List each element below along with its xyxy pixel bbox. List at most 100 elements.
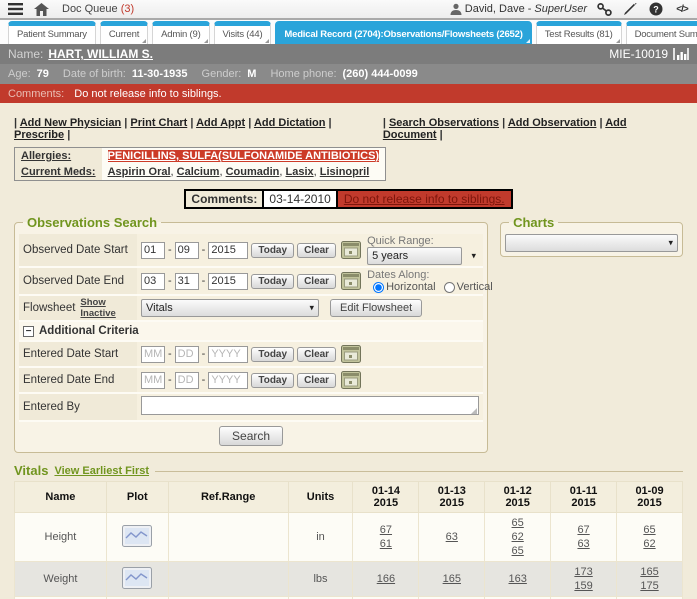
- col-header-plot: Plot: [106, 482, 168, 513]
- col-header-name: Name: [15, 482, 107, 513]
- tab-patient-summary[interactable]: Patient Summary: [8, 21, 96, 44]
- obs-value-link[interactable]: 65: [487, 544, 548, 558]
- obs-value-link[interactable]: 165: [619, 565, 680, 579]
- user-icon: [450, 3, 462, 15]
- obs-value-link[interactable]: 163: [487, 572, 548, 586]
- today-button[interactable]: Today: [251, 243, 294, 258]
- clear-button[interactable]: Clear: [297, 347, 336, 362]
- med-link[interactable]: Calcium: [177, 166, 220, 178]
- entered-end-month-input[interactable]: [141, 372, 165, 389]
- obs-value-link[interactable]: 165: [421, 572, 482, 586]
- allergies-value-link[interactable]: PENICILLINS, SULFA(SULFONAMIDE ANTIBIOTI…: [108, 150, 380, 162]
- svg-text:?: ?: [653, 4, 659, 14]
- obs-value-link[interactable]: 173: [553, 565, 614, 579]
- charts-select[interactable]: [505, 234, 678, 252]
- quick-link[interactable]: Print Chart: [130, 117, 187, 129]
- tab-visits[interactable]: Visits (44): [214, 21, 272, 44]
- entered-start-month-input[interactable]: [141, 346, 165, 363]
- flowsheet-select[interactable]: Vitals: [141, 299, 319, 317]
- tab-test-results[interactable]: Test Results (81): [536, 21, 622, 44]
- observed-start-month-input[interactable]: [141, 242, 165, 259]
- today-button[interactable]: Today: [251, 274, 294, 289]
- search-row: Search: [19, 422, 483, 448]
- observed-end-month-input[interactable]: [141, 273, 165, 290]
- obs-value-link[interactable]: 65: [487, 516, 548, 530]
- quick-link[interactable]: Add New Physician: [20, 117, 121, 129]
- code-icon[interactable]: </>: [673, 1, 691, 17]
- horizontal-radio[interactable]: [373, 282, 384, 293]
- calendar-icon[interactable]: [341, 371, 361, 389]
- current-meds-label-link[interactable]: Current Meds:: [15, 164, 102, 181]
- today-button[interactable]: Today: [251, 347, 294, 362]
- view-earliest-first-link[interactable]: View Earliest First: [54, 465, 149, 477]
- search-button[interactable]: Search: [219, 426, 283, 446]
- observed-date-start-label: Observed Date Start: [19, 234, 137, 266]
- vertical-radio[interactable]: [444, 282, 455, 293]
- obs-value-link[interactable]: 67: [355, 523, 416, 537]
- quick-link[interactable]: Prescribe: [14, 129, 64, 141]
- entered-start-year-input[interactable]: [208, 346, 248, 363]
- current-meds-list: Aspirin Oral, Calcium, Coumadin, Lasix, …: [102, 164, 386, 181]
- observed-end-year-input[interactable]: [208, 273, 248, 290]
- link-icon[interactable]: [595, 1, 613, 17]
- entered-end-day-input[interactable]: [175, 372, 199, 389]
- clear-button[interactable]: Clear: [297, 373, 336, 388]
- quick-link[interactable]: Add Dictation: [254, 117, 326, 129]
- tab-medical-record[interactable]: Medical Record (2704):Observations/Flows…: [275, 21, 531, 44]
- obs-value-link[interactable]: 62: [487, 530, 548, 544]
- entered-start-day-input[interactable]: [175, 346, 199, 363]
- quick-link[interactable]: Search Observations: [389, 117, 499, 129]
- observed-start-year-input[interactable]: [208, 242, 248, 259]
- edit-flowsheet-button[interactable]: Edit Flowsheet: [330, 299, 422, 317]
- allergies-label-link[interactable]: Allergies:: [15, 148, 102, 165]
- obs-value-link[interactable]: 61: [355, 537, 416, 551]
- calendar-icon[interactable]: [341, 345, 361, 363]
- today-button[interactable]: Today: [251, 373, 294, 388]
- obs-value-link[interactable]: 159: [553, 579, 614, 593]
- quick-link[interactable]: Add Appt: [196, 117, 245, 129]
- med-link[interactable]: Coumadin: [226, 166, 280, 178]
- clear-button[interactable]: Clear: [297, 274, 336, 289]
- tab-current[interactable]: Current: [100, 21, 148, 44]
- home-icon[interactable]: [32, 1, 50, 17]
- hamburger-menu-icon[interactable]: [6, 1, 24, 17]
- entered-date-end-row: Entered Date End - - Today Clear: [19, 368, 483, 394]
- obs-value-link[interactable]: 166: [355, 572, 416, 586]
- calendar-icon[interactable]: [341, 272, 361, 290]
- patient-name-link[interactable]: HART, WILLIAM S.: [48, 47, 153, 61]
- patient-id: MIE-10019: [609, 47, 668, 61]
- chart-icon[interactable]: [673, 48, 689, 60]
- show-inactive-link[interactable]: Show Inactive: [80, 297, 133, 319]
- med-link[interactable]: Aspirin Oral: [108, 166, 171, 178]
- tab-label: Admin (9): [161, 29, 200, 40]
- quick-range-select[interactable]: 5 years: [367, 247, 462, 265]
- comment-strip: Comments: 03-14-2010 Do not release info…: [184, 189, 512, 209]
- obs-name: Weight: [15, 562, 107, 597]
- obs-value-link[interactable]: 62: [619, 537, 680, 551]
- med-link[interactable]: Lasix: [285, 166, 313, 178]
- obs-value-link[interactable]: 67: [553, 523, 614, 537]
- tab-document-summary[interactable]: Document Summary (267): [626, 21, 697, 44]
- clear-button[interactable]: Clear: [297, 243, 336, 258]
- pencil-icon[interactable]: [621, 1, 639, 17]
- obs-value-link[interactable]: 175: [619, 579, 680, 593]
- tab-admin[interactable]: Admin (9): [152, 21, 209, 44]
- entered-end-year-input[interactable]: [208, 372, 248, 389]
- calendar-icon[interactable]: [341, 241, 361, 259]
- quick-link[interactable]: Add Observation: [508, 117, 597, 129]
- observed-start-day-input[interactable]: [175, 242, 199, 259]
- comment-strip-note-link[interactable]: Do not release info to siblings.: [338, 191, 511, 207]
- plot-icon[interactable]: [122, 567, 152, 592]
- med-link[interactable]: Lisinopril: [320, 166, 370, 178]
- plot-icon[interactable]: [122, 525, 152, 550]
- help-icon[interactable]: ?: [647, 1, 665, 17]
- entered-by-input[interactable]: [141, 396, 479, 415]
- doc-queue-link[interactable]: Doc Queue (3): [62, 3, 134, 15]
- obs-value-link[interactable]: 63: [421, 530, 482, 544]
- obs-value-link[interactable]: 63: [553, 537, 614, 551]
- observed-end-day-input[interactable]: [175, 273, 199, 290]
- user-menu[interactable]: David, Dave - SuperUser: [450, 3, 587, 15]
- additional-criteria-toggle[interactable]: − Additional Criteria: [19, 322, 483, 342]
- obs-value-link[interactable]: 65: [619, 523, 680, 537]
- vertical-radio-label: Vertical: [457, 281, 493, 293]
